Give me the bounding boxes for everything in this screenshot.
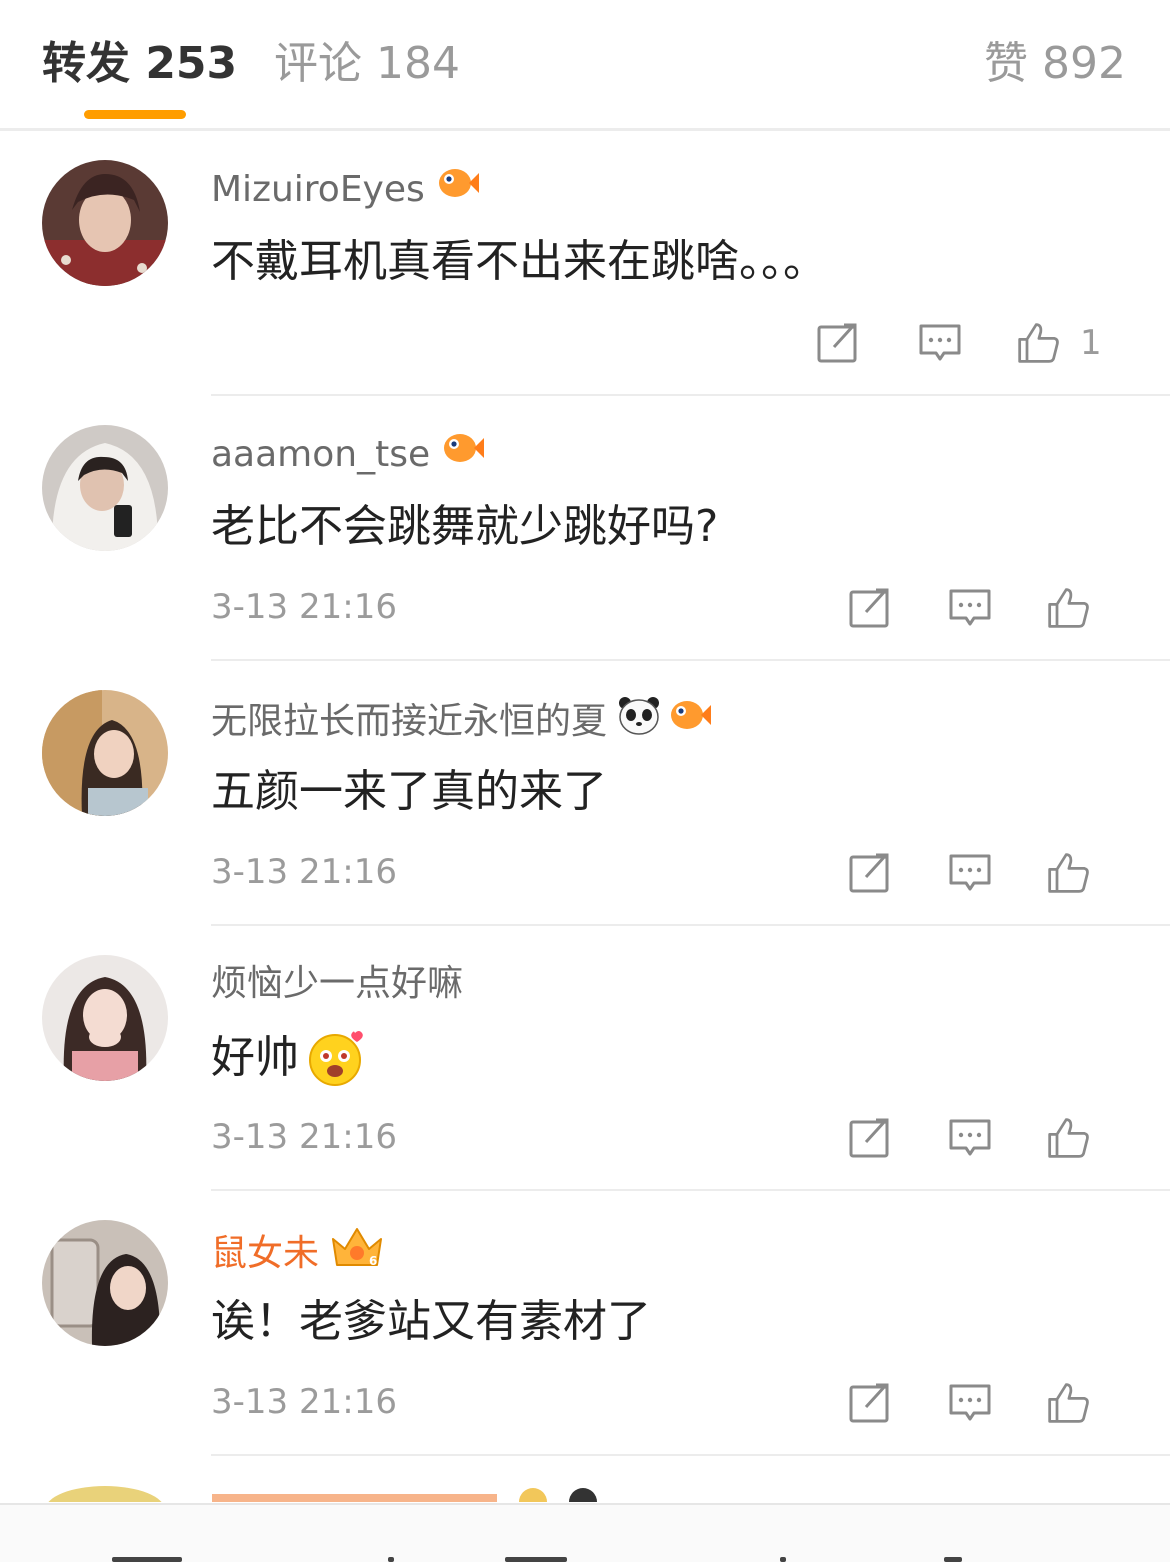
thumbs-up-icon[interactable] bbox=[1016, 321, 1060, 365]
comment-item: 鼠女未 6 诶！老爹站又有素材了 3-13 21:16 bbox=[0, 1191, 1170, 1456]
thumbs-up-icon[interactable] bbox=[1046, 851, 1090, 895]
username-text: MizuiroEyes bbox=[211, 168, 425, 210]
comment-time: 3-13 21:16 bbox=[211, 1382, 397, 1422]
panda-badge-icon bbox=[617, 695, 661, 748]
bottom-toolbar bbox=[0, 1503, 1170, 1562]
comment-actions: 1 bbox=[770, 321, 1170, 367]
thumbs-up-icon[interactable] bbox=[1046, 586, 1090, 630]
comment-icon[interactable] bbox=[948, 586, 992, 630]
avatar[interactable] bbox=[42, 425, 168, 551]
comment-tabs: 转发 253 评论 184 赞 892 bbox=[0, 0, 1170, 131]
comment-icon[interactable] bbox=[948, 1381, 992, 1425]
avatar[interactable] bbox=[42, 955, 168, 1081]
username-text: 无限拉长而接近永恒的夏 bbox=[211, 700, 608, 742]
username[interactable]: 鼠女未 6 bbox=[211, 1225, 385, 1282]
comment-text: 五颜一来了真的来了 bbox=[211, 766, 607, 817]
username-text: 鼠女未 bbox=[211, 1232, 320, 1274]
comment-actions bbox=[770, 1116, 1170, 1162]
repost-icon[interactable] bbox=[848, 586, 892, 630]
repost-icon[interactable] bbox=[816, 321, 860, 365]
comment-item: 无限拉长而接近永恒的夏 五颜一来了真的来了 3-13 21:16 bbox=[0, 661, 1170, 926]
comment-item: aaamon_tse 老比不会跳舞就少跳好吗? 3-13 21:16 bbox=[0, 396, 1170, 661]
comment-text: 诶！老爹站又有素材了 bbox=[211, 1296, 651, 1347]
tab-repost[interactable]: 转发 253 bbox=[42, 36, 237, 92]
comment-list: MizuiroEyes 不戴耳机真看不出来在跳啥。。。 1 aaamon_tse… bbox=[0, 131, 1170, 1456]
comment-icon[interactable] bbox=[918, 321, 962, 365]
avatar[interactable] bbox=[42, 690, 168, 816]
username[interactable]: 无限拉长而接近永恒的夏 bbox=[211, 695, 712, 748]
comment-time: 3-13 21:16 bbox=[211, 587, 397, 627]
comment-time: 3-13 21:16 bbox=[211, 852, 397, 892]
fish-badge-icon bbox=[667, 697, 712, 746]
active-tab-indicator bbox=[84, 110, 186, 119]
thumbs-up-icon[interactable] bbox=[1046, 1381, 1090, 1425]
comment-actions bbox=[770, 851, 1170, 897]
avatar[interactable] bbox=[42, 1220, 168, 1346]
comment-icon[interactable] bbox=[948, 1116, 992, 1160]
avatar[interactable] bbox=[42, 160, 168, 286]
comment-icon[interactable] bbox=[948, 851, 992, 895]
comment-item: 烦恼少一点好嘛 好帅 3-13 21:16 bbox=[0, 926, 1170, 1191]
comment-time: 3-13 21:16 bbox=[211, 1117, 397, 1157]
divider bbox=[211, 1454, 1170, 1456]
username[interactable]: aaamon_tse bbox=[211, 430, 485, 479]
thumbs-up-icon[interactable] bbox=[1046, 1116, 1090, 1160]
repost-icon[interactable] bbox=[848, 851, 892, 895]
tab-comment[interactable]: 评论 184 bbox=[274, 36, 460, 92]
fish-badge-icon bbox=[440, 430, 485, 479]
username-text: aaamon_tse bbox=[211, 433, 431, 475]
comment-actions bbox=[770, 1381, 1170, 1427]
repost-icon[interactable] bbox=[848, 1116, 892, 1160]
repost-icon[interactable] bbox=[848, 1381, 892, 1425]
comment-actions bbox=[770, 586, 1170, 632]
tab-like[interactable]: 赞 892 bbox=[984, 36, 1126, 92]
username[interactable]: MizuiroEyes bbox=[211, 165, 479, 214]
comment-item: MizuiroEyes 不戴耳机真看不出来在跳啥。。。 1 bbox=[0, 131, 1170, 396]
username-text: 烦恼少一点好嘛 bbox=[211, 963, 464, 1004]
comment-text: 不戴耳机真看不出来在跳啥。。。 bbox=[211, 236, 827, 287]
username[interactable]: 烦恼少一点好嘛 bbox=[211, 960, 463, 1008]
comment-text-content: 好帅 bbox=[211, 1032, 299, 1083]
next-comment-peek bbox=[0, 1480, 1170, 1502]
fish-badge-icon bbox=[435, 165, 479, 214]
like-count: 1 bbox=[1080, 323, 1102, 363]
heart-eyes-emoji-icon bbox=[307, 1029, 365, 1087]
comment-text: 好帅 bbox=[211, 1029, 365, 1087]
crown-badge-icon: 6 bbox=[329, 1225, 385, 1282]
svg-text:6: 6 bbox=[369, 1254, 377, 1268]
comment-text: 老比不会跳舞就少跳好吗? bbox=[211, 501, 719, 552]
